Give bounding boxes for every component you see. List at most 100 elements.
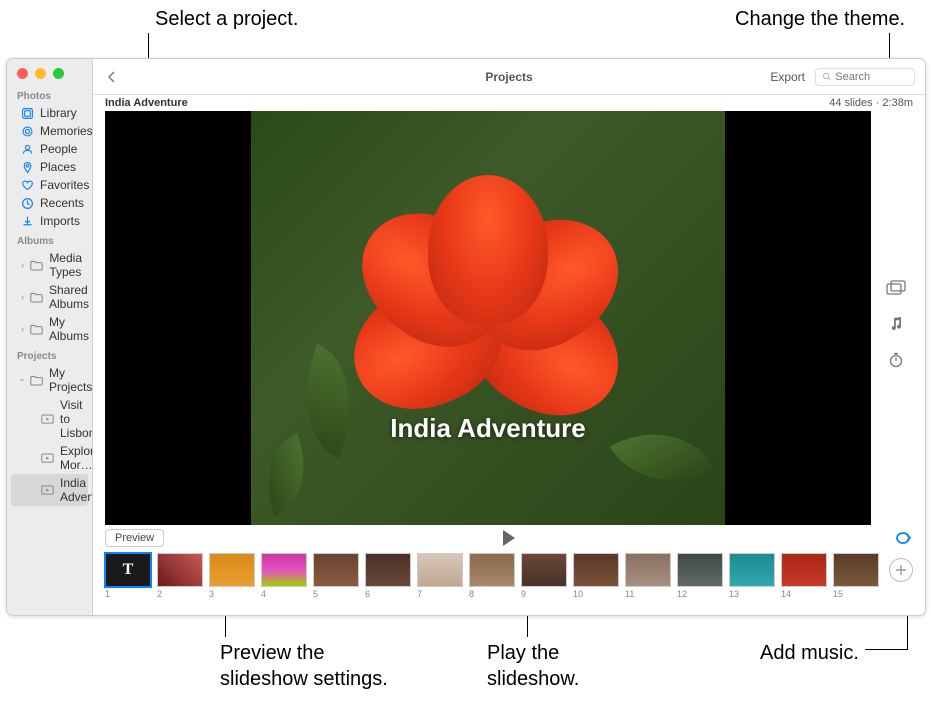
sidebar-item-label: Places [40, 160, 76, 174]
slideshow-stage[interactable]: India Adventure [105, 111, 871, 525]
folder-icon [30, 374, 43, 387]
thumbnail-8[interactable]: 8 [469, 553, 515, 599]
music-button[interactable] [886, 315, 906, 333]
thumb-number: 7 [417, 589, 463, 599]
thumbnail-5[interactable]: 5 [313, 553, 359, 599]
thumbnail-1[interactable]: T1 [105, 553, 151, 599]
slide-title-overlay: India Adventure [390, 413, 586, 444]
sidebar-item-my-projects[interactable]: › My Projects [7, 364, 92, 396]
people-icon [21, 143, 34, 156]
thumbnail-11[interactable]: 11 [625, 553, 671, 599]
search-field[interactable] [815, 68, 915, 86]
thumb-number: 3 [209, 589, 255, 599]
close-window-button[interactable] [17, 68, 28, 79]
back-button[interactable] [103, 68, 121, 86]
thumbnail-3[interactable]: 3 [209, 553, 255, 599]
duration-button[interactable] [886, 351, 906, 369]
callout-play-slideshow: Play the slideshow. [487, 640, 579, 692]
library-icon [21, 107, 34, 120]
timer-icon [888, 352, 904, 368]
slideshow-icon [41, 413, 54, 426]
folder-icon [30, 323, 43, 336]
thumb-number: 13 [729, 589, 775, 599]
sidebar-project-exploring-mor[interactable]: Exploring Mor… [7, 442, 92, 474]
theme-icon [886, 280, 906, 296]
minimize-window-button[interactable] [35, 68, 46, 79]
sidebar-item-imports[interactable]: Imports [7, 212, 92, 230]
thumb-number: 12 [677, 589, 723, 599]
chevron-down-icon: › [18, 379, 28, 382]
sidebar-project-visit-to-lisbon[interactable]: Visit to Lisbon [7, 396, 92, 442]
toolbar: Projects Export [93, 59, 925, 95]
preview-button[interactable]: Preview [105, 529, 164, 547]
thumb-number: 15 [833, 589, 879, 599]
thumbnail-12[interactable]: 12 [677, 553, 723, 599]
sidebar-item-media-types[interactable]: › Media Types [7, 249, 92, 281]
thumbnail-2[interactable]: 2 [157, 553, 203, 599]
sidebar-item-recents[interactable]: Recents [7, 194, 92, 212]
sidebar-item-label: People [40, 142, 77, 156]
sidebar-item-label: Media Types [49, 251, 82, 279]
thumbnail-9[interactable]: 9 [521, 553, 567, 599]
project-info-label: 44 slides · 2:38m [829, 97, 913, 109]
traffic-lights [7, 59, 92, 85]
thumbnail-strip[interactable]: T1 2 3 4 5 6 7 8 9 10 11 12 13 14 15 [93, 551, 925, 615]
thumbnail-15[interactable]: 15 [833, 553, 879, 599]
export-button[interactable]: Export [770, 70, 805, 84]
music-icon [888, 316, 904, 332]
sidebar-item-library[interactable]: Library [7, 104, 92, 122]
thumbnail-6[interactable]: 6 [365, 553, 411, 599]
thumbnail-14[interactable]: 14 [781, 553, 827, 599]
thumbnail-4[interactable]: 4 [261, 553, 307, 599]
thumb-number: 14 [781, 589, 827, 599]
sidebar-item-shared-albums[interactable]: › Shared Albums [7, 281, 92, 313]
thumb-number: 10 [573, 589, 619, 599]
thumb-number: 1 [105, 589, 151, 599]
thumb-number: 11 [625, 589, 671, 599]
sidebar-item-memories[interactable]: Memories [7, 122, 92, 140]
sidebar-item-people[interactable]: People [7, 140, 92, 158]
sidebar-item-places[interactable]: Places [7, 158, 92, 176]
sidebar-item-label: Exploring Mor… [60, 444, 93, 472]
heart-icon [21, 179, 34, 192]
chevron-right-icon: › [21, 260, 24, 270]
callout-select-project: Select a project. [155, 6, 298, 32]
project-subheader: India Adventure 44 slides · 2:38m [93, 95, 925, 111]
sidebar-item-my-albums[interactable]: › My Albums [7, 313, 92, 345]
callout-line [865, 649, 907, 650]
playback-controls: Preview [93, 525, 925, 551]
thumb-number: 2 [157, 589, 203, 599]
sidebar-item-label: Memories [40, 124, 93, 138]
search-input[interactable] [835, 71, 908, 83]
memories-icon [21, 125, 34, 138]
thumbnail-7[interactable]: 7 [417, 553, 463, 599]
thumbnail-13[interactable]: 13 [729, 553, 775, 599]
folder-icon [30, 259, 43, 272]
sidebar-item-label: Shared Albums [49, 283, 89, 311]
theme-button[interactable] [886, 279, 906, 297]
slideshow-icon [41, 484, 54, 497]
sidebar-item-label: India Adventure [60, 476, 93, 504]
play-button[interactable] [503, 530, 515, 546]
thumbnail-10[interactable]: 10 [573, 553, 619, 599]
sidebar-section-albums: Albums [7, 230, 92, 249]
slideshow-icon [41, 452, 54, 465]
add-photos-button[interactable] [889, 558, 913, 582]
sidebar-item-label: Library [40, 106, 77, 120]
callout-preview-settings: Preview the slideshow settings. [220, 640, 388, 692]
sidebar-item-label: Visit to Lisbon [60, 398, 93, 440]
loop-button[interactable] [893, 531, 913, 545]
thumb-number: 5 [313, 589, 359, 599]
sidebar-item-favorites[interactable]: Favorites [7, 176, 92, 194]
thumb-number: 6 [365, 589, 411, 599]
sidebar-item-label: Imports [40, 214, 80, 228]
sidebar-item-label: Favorites [40, 178, 89, 192]
loop-icon [893, 531, 913, 545]
callout-change-theme: Change the theme. [735, 6, 905, 32]
sidebar: Photos Library Memories People Places Fa… [7, 59, 93, 615]
zoom-window-button[interactable] [53, 68, 64, 79]
sidebar-project-india-adventure[interactable]: India Adventure [11, 474, 88, 506]
search-icon [822, 71, 831, 82]
sidebar-section-projects: Projects [7, 345, 92, 364]
plus-icon [895, 564, 907, 576]
